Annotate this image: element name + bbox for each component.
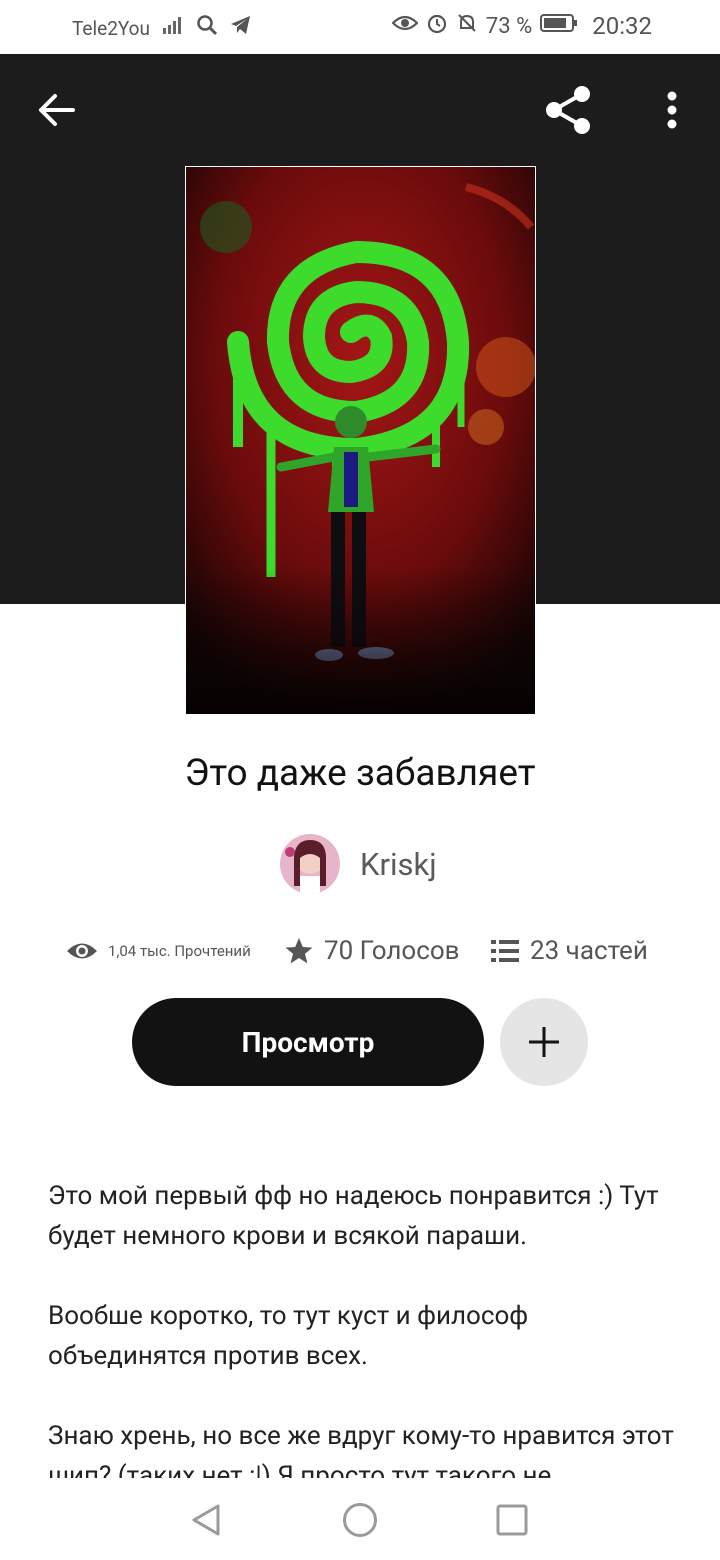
reads-stat: 1,04 тыс. Прочтений <box>66 928 251 974</box>
parts-count: 23 частей <box>530 936 648 966</box>
arrow-left-icon <box>39 94 75 126</box>
votes-stat: 70 Голосов <box>284 928 460 974</box>
nav-recents-button[interactable] <box>490 1498 534 1542</box>
reads-count: 1,04 тыс. Прочтений <box>108 942 251 960</box>
bell-off-icon <box>456 12 478 40</box>
battery-icon <box>540 13 578 39</box>
search-icon <box>196 14 218 42</box>
description-paragraph: Это мой первый фф но надеюсь понравится … <box>48 1181 659 1251</box>
signal-icon <box>162 15 184 41</box>
triangle-back-icon <box>192 1504 220 1536</box>
plus-icon <box>529 1027 559 1057</box>
battery-percent: 73 % <box>485 13 533 39</box>
circle-home-icon <box>343 1503 377 1537</box>
story-cover[interactable] <box>185 166 536 715</box>
status-left: Tele2You <box>72 14 252 42</box>
description-paragraph: Знаю хрень, но все же вдруг кому-то нрав… <box>48 1421 674 1478</box>
avatar[interactable] <box>280 834 340 894</box>
votes-count: 70 Голосов <box>324 936 460 966</box>
back-button[interactable] <box>30 84 82 136</box>
more-options-button[interactable] <box>648 82 696 138</box>
author-name: Kriskj <box>360 845 437 883</box>
telegram-icon <box>230 15 252 41</box>
eye-icon <box>67 943 97 959</box>
square-recents-icon <box>496 1504 528 1536</box>
share-icon <box>546 86 590 134</box>
share-button[interactable] <box>540 82 596 138</box>
system-nav-bar <box>0 1478 720 1560</box>
alarm-icon <box>426 12 448 40</box>
nav-back-button[interactable] <box>184 1498 228 1542</box>
clock: 20:32 <box>592 12 652 40</box>
status-bar: Tele2You 73 % 20:32 <box>0 0 720 54</box>
status-right: 73 % 20:32 <box>391 12 652 40</box>
description-paragraph: Вообше коротко, то тут куст и философ об… <box>48 1301 529 1371</box>
parts-stat: 23 частей <box>490 928 648 974</box>
author-link[interactable]: Kriskj <box>280 834 437 894</box>
read-button[interactable]: Просмотр <box>132 998 484 1086</box>
story-title: Это даже забавляет <box>184 752 536 795</box>
more-vertical-icon <box>667 91 677 129</box>
story-description: Это мой первый фф но надеюсь понравится … <box>48 1176 678 1478</box>
add-to-library-button[interactable] <box>500 998 588 1086</box>
carrier-label: Tele2You <box>72 16 150 40</box>
eye-icon <box>391 13 419 39</box>
story-stats: 1,04 тыс. Прочтений 70 Голосов 23 частей <box>66 928 666 974</box>
nav-home-button[interactable] <box>338 1498 382 1542</box>
star-icon <box>285 938 313 964</box>
list-icon <box>491 940 519 962</box>
